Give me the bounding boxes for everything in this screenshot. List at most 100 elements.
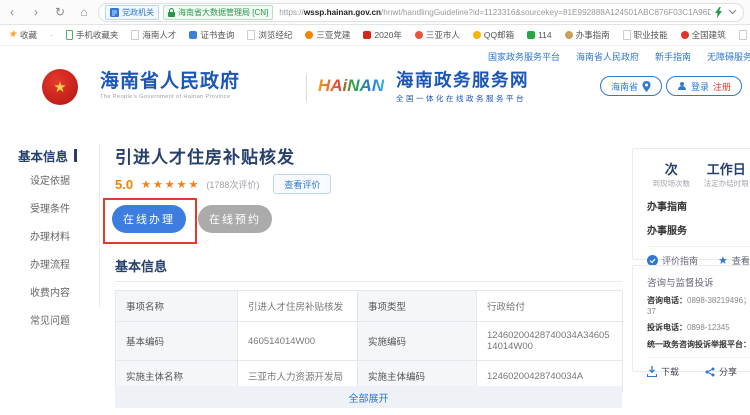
gov-name-english: The People's Government of Hainan Provin… <box>100 94 240 100</box>
link-beginner-guide[interactable]: 新手指南 <box>655 50 691 63</box>
link-accessibility[interactable]: 无障碍服务 <box>707 50 750 63</box>
view-reviews-button[interactable]: 查看评价 <box>273 174 331 194</box>
bookmark-label: 收藏 <box>20 29 37 41</box>
bookmark-item[interactable]: 职业技能 <box>623 29 668 41</box>
table-label: 事项名称 <box>116 291 238 322</box>
back-icon[interactable]: ‹ <box>0 5 24 19</box>
bookmark-favorites[interactable]: ★收藏 <box>8 29 37 41</box>
stat-label: 法定办结时限 <box>704 178 749 189</box>
bookmark-label: 2020年 <box>374 29 401 41</box>
link-national-platform[interactable]: 国家政务服务平台 <box>488 50 560 63</box>
sidebar-item-conditions[interactable]: 受理条件 <box>30 200 70 215</box>
chevron-down-icon[interactable] <box>728 9 737 15</box>
star-icon: ★ <box>8 31 17 39</box>
table-label: 基本编码 <box>116 322 238 361</box>
person-icon <box>677 81 687 91</box>
region-label: 海南省 <box>611 80 638 93</box>
card-divider <box>647 357 750 358</box>
table-label: 实施编码 <box>358 322 477 361</box>
bookmark-label: 三亚党建 <box>316 29 350 41</box>
online-handle-button[interactable]: 在线办理 <box>112 205 186 233</box>
table-value: 12460200428740034A3460514014W00 <box>477 322 623 361</box>
bookmark-label: 手机收藏夹 <box>76 29 119 41</box>
bookmark-label: 职业技能 <box>634 29 668 41</box>
url-text[interactable]: https://wssp.hainan.gov.cn/hnwt/handling… <box>279 8 711 17</box>
sidebar-item-basis[interactable]: 设定依据 <box>30 172 70 187</box>
platform-row: 统一政务咨询投诉举报平台：点 <box>647 339 750 350</box>
share-button[interactable]: 分享 <box>705 365 737 378</box>
hainan-brand-logo: HAiNAN <box>318 76 384 96</box>
expand-all-button[interactable]: 全部展开 <box>115 386 622 408</box>
site-header: ★ 海南省人民政府 The People's Government of Hai… <box>0 64 750 114</box>
rating-stars-icon: ★★★★★ <box>141 178 200 191</box>
complaint-phone-value: 0898-12345 <box>687 323 730 332</box>
site-name: 海南政务服务网 <box>396 70 529 90</box>
sidebar-item-process[interactable]: 办理流程 <box>30 256 70 271</box>
forward-icon[interactable]: › <box>24 5 48 19</box>
rating-row-label: 办事指南 <box>647 198 687 213</box>
download-icon <box>647 366 657 377</box>
doc-icon <box>131 30 139 40</box>
url-path: /hnwt/handlingGuideline?id=1123316&sourc… <box>381 8 711 17</box>
bookmark-item[interactable]: 2020年 <box>363 29 401 41</box>
bookmark-label: 全国建筑 <box>692 29 726 41</box>
bookmark-item[interactable]: 技能人才 <box>739 29 750 41</box>
basic-info-section-title: 基本信息 <box>115 256 167 275</box>
address-bar[interactable]: 党政机关 海南省大数据管理局 [CN] https://wssp.hainan.… <box>98 3 744 22</box>
bookmark-item[interactable]: 海南人才 <box>131 29 176 41</box>
emblem-star: ★ <box>53 78 66 96</box>
site-type-label: 党政机关 <box>122 7 154 18</box>
bookmark-item[interactable]: 三亚市人 <box>415 29 460 41</box>
bookmark-item[interactable]: QQ邮箱 <box>473 29 514 41</box>
bookmark-label: 证书查询 <box>200 29 234 41</box>
location-pin-icon <box>642 81 651 92</box>
sidebar-item-fees[interactable]: 收费内容 <box>30 284 70 299</box>
rating-count: (1788次评价) <box>206 178 259 191</box>
favicon <box>415 31 423 39</box>
bookmarks-separator: · <box>50 30 53 40</box>
lightning-icon[interactable] <box>715 7 722 18</box>
bookmark-item[interactable]: 浏览经纪 <box>247 29 292 41</box>
sidebar-section-label: 基本信息 <box>18 146 68 165</box>
sidebar-item-materials[interactable]: 办理材料 <box>30 228 70 243</box>
stat-legal-limit: 工作日 法定办结时限 <box>695 159 750 189</box>
register-button[interactable]: 注册 <box>713 80 731 93</box>
service-stats-card: 次 到现场次数 工作日 法定办结时限 承诺办结时限 办事指南 ★★★★★ 办事服… <box>632 148 750 260</box>
consult-phone-label: 咨询电话： <box>647 296 687 305</box>
sidebar-active-bar <box>74 149 77 162</box>
phone-icon <box>66 30 73 40</box>
site-type-badge[interactable]: 党政机关 <box>105 5 159 20</box>
url-host: wssp.hainan.gov.cn <box>304 8 381 17</box>
doc-icon <box>623 30 631 40</box>
bookmark-item[interactable]: 证书查询 <box>189 29 234 41</box>
bookmark-mobile-favorites[interactable]: 手机收藏夹 <box>66 29 119 41</box>
bookmark-item[interactable]: 114 <box>527 30 552 40</box>
share-label: 分享 <box>719 365 737 378</box>
link-hainan-gov[interactable]: 海南省人民政府 <box>576 50 639 63</box>
sidebar-divider <box>99 144 100 308</box>
cert-badge[interactable]: 海南省大数据管理局 [CN] <box>163 5 273 20</box>
rating-row-label: 办事服务 <box>647 222 687 237</box>
download-button[interactable]: 下载 <box>647 365 679 378</box>
online-reserve-button[interactable]: 在线预约 <box>198 205 272 233</box>
sidebar-item-faq[interactable]: 常见问题 <box>30 312 70 327</box>
complaint-phone-label: 投诉电话： <box>647 323 687 332</box>
region-selector[interactable]: 海南省 <box>600 76 662 96</box>
bookmarks-bar: ★收藏 · 手机收藏夹 海南人才 证书查询 浏览经纪 三亚党建 2020年 三亚… <box>0 25 750 46</box>
home-icon[interactable]: ⌂ <box>72 5 96 19</box>
login-button[interactable]: 登录 <box>691 80 709 93</box>
contact-card: 咨询与监督投诉 咨询电话：0898-38219496；0 37 投诉电话：089… <box>632 265 750 372</box>
contact-card-title: 咨询与监督投诉 <box>647 275 750 289</box>
page-title: 引进人才住房补贴核发 <box>115 143 295 168</box>
sidebar-section-basic-info[interactable]: 基本信息 <box>18 146 77 165</box>
refresh-icon[interactable]: ↻ <box>48 5 72 19</box>
stat-visits: 次 到现场次数 <box>647 159 695 189</box>
bookmark-item[interactable]: 办事指南 <box>565 29 610 41</box>
table-value: 引进人才住房补贴核发 <box>238 291 358 322</box>
bookmark-label: 三亚市人 <box>426 29 460 41</box>
sidebar-menu: 设定依据 受理条件 办理材料 办理流程 收费内容 常见问题 <box>30 172 70 327</box>
national-emblem-logo: ★ <box>42 69 78 105</box>
platform-label: 统一政务咨询投诉举报平台： <box>647 340 750 349</box>
bookmark-item[interactable]: 三亚党建 <box>305 29 350 41</box>
bookmark-item[interactable]: 全国建筑 <box>681 29 726 41</box>
